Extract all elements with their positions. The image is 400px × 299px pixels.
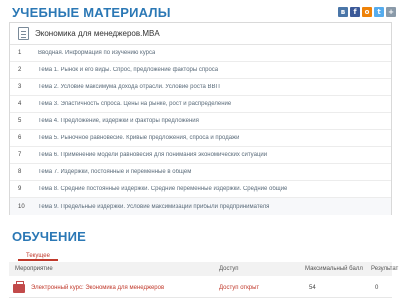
column-header-event: Мероприятие (15, 266, 53, 272)
twitter-icon[interactable]: t (374, 7, 384, 17)
course-name[interactable]: Экономика для менеджеров.MBA (35, 29, 160, 38)
module-title[interactable]: Вводная. Информация по изучению курса (38, 50, 155, 56)
module-title[interactable]: Тема 8. Средние постоянные издержки. Сре… (38, 186, 287, 192)
module-number: 1 (18, 50, 22, 56)
share-bar: в f о t + (338, 7, 396, 17)
list-item[interactable]: 3 Тема 2. Условие максимума дохода отрасл… (10, 79, 391, 96)
list-item[interactable]: 8 Тема 7. Издержки, постоянные и переменн… (10, 164, 391, 181)
list-item[interactable]: 10 Тема 9. Предельные издержки. Условие м… (10, 198, 391, 215)
odnoklassniki-icon[interactable]: о (362, 7, 372, 17)
column-header-access: Доступ (219, 266, 239, 272)
module-title[interactable]: Тема 3. Эластичность спроса. Цены на рын… (38, 101, 231, 107)
course-header[interactable]: Экономика для менеджеров.MBA (10, 23, 391, 45)
briefcase-icon (13, 281, 25, 293)
module-number: 6 (18, 135, 22, 141)
document-icon (18, 27, 29, 40)
result-value: 0 (375, 285, 379, 291)
list-item[interactable]: 6 Тема 5. Рыночное равновесие. Кривые пре… (10, 130, 391, 147)
event-link[interactable]: Электронный курс: Экономика для менеджер… (31, 285, 164, 291)
list-item[interactable]: 4 Тема 3. Эластичность спроса. Цены на ры… (10, 96, 391, 113)
module-title[interactable]: Тема 1. Рынок и его виды. Спрос, предлож… (38, 67, 218, 73)
list-item[interactable]: 1 Вводная. Информация по изучению курса (10, 45, 391, 62)
module-title[interactable]: Тема 7. Издержки, постоянные и переменны… (38, 169, 191, 175)
max-score: 54 (309, 285, 316, 291)
module-number: 10 (18, 203, 25, 210)
list-item[interactable]: 5 Тема 4. Предложение, издержки и факторы… (10, 113, 391, 130)
module-title[interactable]: Тема 6. Применение модели равновесия для… (38, 152, 267, 158)
module-number: 8 (18, 169, 22, 175)
table-header: Мероприятие Доступ Максимальный балл Рез… (9, 262, 398, 276)
module-title[interactable]: Тема 4. Предложение, издержки и факторы … (38, 118, 199, 124)
training-section-title: ОБУЧЕНИЕ (12, 229, 87, 244)
module-title[interactable]: Тема 9. Предельные издержки. Условие мак… (38, 204, 269, 210)
column-header-result: Результат (371, 266, 399, 272)
facebook-icon[interactable]: f (350, 7, 360, 17)
vk-icon[interactable]: в (338, 7, 348, 17)
module-number: 4 (18, 101, 22, 107)
list-item[interactable]: 7 Тема 6. Применение модели равновесия дл… (10, 147, 391, 164)
module-title[interactable]: Тема 2. Условие максимума дохода отрасли… (38, 84, 220, 90)
module-number: 2 (18, 67, 22, 73)
table-row[interactable]: Электронный курс: Экономика для менеджер… (9, 278, 392, 298)
module-number: 3 (18, 84, 22, 90)
module-number: 7 (18, 152, 22, 158)
tab-current[interactable]: Текущее (18, 251, 58, 261)
materials-section-title: УЧЕБНЫЕ МАТЕРИАЛЫ (12, 5, 171, 20)
access-status: Доступ открыт (219, 285, 260, 291)
list-item[interactable]: 9 Тема 8. Средние постоянные издержки. Ср… (10, 181, 391, 198)
module-title[interactable]: Тема 5. Рыночное равновесие. Кривые пред… (38, 135, 239, 141)
column-header-max-score: Максимальный балл (305, 266, 363, 272)
module-list: 1 Вводная. Информация по изучению курса 2 Т… (10, 45, 391, 215)
list-item[interactable]: 2 Тема 1. Рынок и его виды. Спрос, предло… (10, 62, 391, 79)
share-icon[interactable]: + (386, 7, 396, 17)
module-number: 9 (18, 186, 22, 192)
module-number: 5 (18, 118, 22, 124)
course-card: Экономика для менеджеров.MBA 1 Вводная. И… (9, 22, 392, 215)
